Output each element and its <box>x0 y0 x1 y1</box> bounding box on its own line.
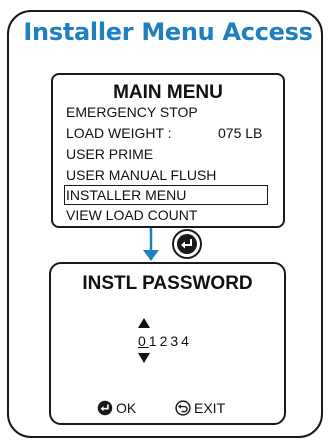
menu-item-view-load-count[interactable]: VIEW LOAD COUNT <box>66 207 197 223</box>
triangle-down-icon[interactable] <box>138 353 150 363</box>
main-menu-panel: MAIN MENU EMERGENCY STOP LOAD WEIGHT : 0… <box>51 73 285 228</box>
menu-item-emergency-stop[interactable]: EMERGENCY STOP <box>66 104 198 120</box>
password-digits[interactable]: 01234 <box>138 333 192 349</box>
enter-icon <box>177 234 197 254</box>
password-remaining-digits: 1234 <box>148 333 192 349</box>
exit-label: EXIT <box>194 400 226 416</box>
enter-button[interactable] <box>172 229 202 259</box>
page-title: Installer Menu Access <box>23 18 313 46</box>
menu-item-user-manual-flush[interactable]: USER MANUAL FLUSH <box>66 167 216 183</box>
main-menu-title: MAIN MENU <box>113 82 223 103</box>
ok-softkey[interactable]: OK <box>97 400 136 416</box>
password-active-digit: 0 <box>138 333 149 349</box>
back-icon <box>175 400 191 416</box>
menu-item-load-weight-label: LOAD WEIGHT : <box>66 125 172 141</box>
menu-item-load-weight[interactable]: LOAD WEIGHT : 075 LB <box>66 125 276 141</box>
arrow-down-icon <box>143 228 159 261</box>
load-weight-value: 075 LB <box>218 125 263 141</box>
exit-softkey[interactable]: EXIT <box>175 400 225 416</box>
ok-label: OK <box>116 400 137 416</box>
triangle-up-icon[interactable] <box>138 318 150 328</box>
password-panel: INSTL PASSWORD 01234 OK EXIT <box>49 262 286 425</box>
menu-item-user-prime[interactable]: USER PRIME <box>66 146 153 162</box>
password-title: INSTL PASSWORD <box>82 273 253 294</box>
enter-icon <box>97 400 113 416</box>
menu-item-installer-menu[interactable]: INSTALLER MENU <box>64 185 268 205</box>
